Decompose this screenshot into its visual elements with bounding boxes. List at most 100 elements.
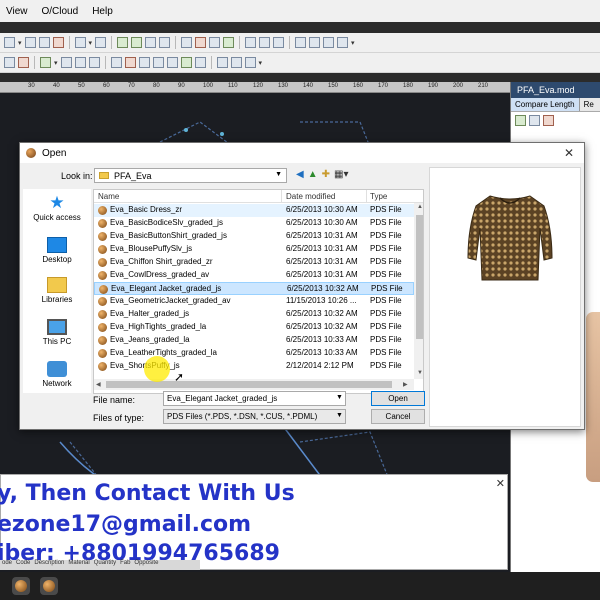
file-row[interactable]: Eva_GeometricJacket_graded_av 11/15/2013 … bbox=[94, 295, 414, 308]
tab-secondary[interactable]: Re bbox=[580, 98, 598, 111]
select-icon[interactable] bbox=[529, 115, 540, 126]
chevron-down-icon[interactable]: ▼ bbox=[336, 394, 343, 401]
export-icon[interactable] bbox=[244, 57, 256, 68]
chevron-down-icon[interactable]: ▼ bbox=[336, 412, 343, 419]
taskbar-app-icon[interactable] bbox=[12, 577, 30, 595]
scroll-right-icon[interactable]: ▶ bbox=[403, 381, 408, 388]
circle-icon[interactable] bbox=[110, 57, 122, 68]
copy-icon[interactable] bbox=[24, 37, 36, 48]
blend-icon[interactable] bbox=[152, 57, 164, 68]
file-row[interactable]: Eva_BasicButtonShirt_graded_js 6/25/2013 … bbox=[94, 230, 414, 243]
scroll-up-icon[interactable]: ▲ bbox=[417, 204, 423, 210]
menu-ocloud[interactable]: O/Cloud bbox=[42, 6, 79, 17]
help-icon[interactable] bbox=[95, 37, 107, 48]
tool-icon[interactable] bbox=[4, 37, 15, 48]
dropdown-arrow-icon[interactable]: ▾ bbox=[89, 39, 93, 47]
pattern-icon[interactable] bbox=[52, 37, 64, 48]
column-divider[interactable] bbox=[366, 190, 367, 203]
column-date-modified[interactable]: Date modified bbox=[286, 192, 335, 201]
file-row[interactable]: Eva_ShortsPuffy_js2/12/2014 2:12 PMPDS F… bbox=[94, 360, 414, 373]
join-icon[interactable] bbox=[88, 57, 100, 68]
file-row[interactable]: Eva_Chiffon Shirt_graded_zr 6/25/2013 10:… bbox=[94, 256, 414, 269]
dropdown-arrow-icon[interactable]: ▾ bbox=[54, 59, 58, 67]
refresh-icon[interactable] bbox=[515, 115, 526, 126]
fill-icon[interactable] bbox=[194, 57, 206, 68]
column-type[interactable]: Type bbox=[370, 192, 387, 201]
rotate-icon[interactable] bbox=[181, 37, 193, 48]
paste-icon[interactable] bbox=[38, 37, 50, 48]
fold-icon[interactable] bbox=[209, 37, 221, 48]
open-button[interactable]: Open bbox=[371, 391, 425, 406]
vertical-scrollbar[interactable]: ▲ ▼ bbox=[414, 203, 423, 379]
file-row[interactable]: Eva_HighTights_graded_la 6/25/2013 10:32 … bbox=[94, 321, 414, 334]
line-tool-icon[interactable] bbox=[131, 37, 143, 48]
horizontal-scrollbar[interactable]: ◀ ▶ bbox=[94, 379, 414, 390]
tab-compare-length[interactable]: Compare Length bbox=[511, 98, 580, 111]
column-name[interactable]: Name bbox=[98, 192, 119, 201]
place-desktop[interactable]: Desktop bbox=[23, 237, 91, 264]
file-icon[interactable] bbox=[4, 57, 15, 68]
delete-icon[interactable] bbox=[543, 115, 554, 126]
file-row[interactable]: Eva_CowlDress_graded_av 6/25/2013 10:31 A… bbox=[94, 269, 414, 282]
bottom-tab[interactable]: Fab bbox=[120, 560, 130, 570]
mirror-icon[interactable] bbox=[195, 37, 207, 48]
split-icon[interactable] bbox=[74, 57, 86, 68]
dropdown-arrow-icon[interactable]: ▾ bbox=[351, 39, 355, 47]
scroll-thumb[interactable] bbox=[416, 215, 423, 339]
file-row[interactable]: Eva_Jeans_graded_la 6/25/2013 10:33 AM PDS… bbox=[94, 334, 414, 347]
grid-icon[interactable] bbox=[74, 37, 86, 48]
align-icon[interactable] bbox=[145, 37, 157, 48]
label-icon[interactable] bbox=[337, 37, 349, 48]
file-type-select[interactable]: PDS Files (*.PDS, *.DSN, *.CUS, *.PDML) bbox=[163, 409, 346, 424]
close-icon[interactable]: ✕ bbox=[496, 477, 505, 490]
file-row[interactable]: Eva_Basic Dress_zr 6/25/2013 10:30 AM PDS … bbox=[94, 204, 414, 217]
table-icon[interactable] bbox=[309, 37, 321, 48]
menu-help[interactable]: Help bbox=[92, 6, 113, 17]
back-icon[interactable]: ◀ bbox=[296, 169, 304, 180]
menu-view[interactable]: View bbox=[6, 6, 28, 17]
dart-icon[interactable] bbox=[259, 37, 271, 48]
file-name-input[interactable] bbox=[163, 391, 346, 406]
place-this-pc[interactable]: This PC bbox=[23, 319, 91, 346]
bottom-tab[interactable]: Opposite bbox=[134, 560, 158, 570]
bottom-tab[interactable]: Code bbox=[16, 560, 30, 570]
notch-icon[interactable] bbox=[159, 37, 171, 48]
measure-icon[interactable] bbox=[117, 37, 129, 48]
walk-icon[interactable] bbox=[124, 57, 136, 68]
file-row[interactable]: Eva_LeatherTights_graded_la 6/25/2013 10:… bbox=[94, 347, 414, 360]
print-icon[interactable] bbox=[230, 57, 242, 68]
bottom-tab[interactable]: Description bbox=[34, 560, 64, 570]
grade-icon[interactable] bbox=[223, 37, 235, 48]
curve-icon[interactable] bbox=[60, 57, 72, 68]
layer-icon[interactable] bbox=[323, 37, 335, 48]
point-icon[interactable] bbox=[18, 57, 29, 68]
place-libraries[interactable]: Libraries bbox=[23, 277, 91, 304]
dropdown-arrow-icon[interactable]: ▾ bbox=[259, 59, 263, 67]
scroll-thumb[interactable] bbox=[106, 381, 392, 388]
scroll-left-icon[interactable]: ◀ bbox=[96, 381, 101, 388]
close-icon[interactable]: ✕ bbox=[564, 146, 574, 160]
file-row[interactable]: Eva_BasicBodiceSlv_graded_js 6/25/2013 10… bbox=[94, 217, 414, 230]
symmetry-icon[interactable] bbox=[166, 57, 178, 68]
taskbar-app-icon[interactable] bbox=[40, 577, 58, 595]
marker-icon[interactable] bbox=[180, 57, 192, 68]
view-menu-icon[interactable]: ▦▾ bbox=[334, 169, 348, 180]
add-point-icon[interactable] bbox=[40, 57, 51, 68]
bottom-tab[interactable]: Quantity bbox=[94, 560, 116, 570]
text-icon[interactable] bbox=[295, 37, 307, 48]
up-folder-icon[interactable]: ▲ bbox=[308, 169, 318, 180]
dropdown-arrow-icon[interactable]: ▾ bbox=[18, 39, 22, 47]
file-row[interactable]: Eva_Halter_graded_js 6/25/2013 10:32 AM PD… bbox=[94, 308, 414, 321]
seam-icon[interactable] bbox=[245, 37, 257, 48]
place-quick-access[interactable]: ★ Quick access bbox=[23, 194, 91, 222]
bottom-tab[interactable]: ode bbox=[2, 560, 12, 570]
column-divider[interactable] bbox=[281, 190, 282, 203]
file-row[interactable]: Eva_Elegant Jacket_graded_js 6/25/2013 10… bbox=[94, 282, 414, 295]
file-row[interactable]: Eva_BlousePuffySlv_js 6/25/2013 10:31 AM P… bbox=[94, 243, 414, 256]
cancel-button[interactable]: Cancel bbox=[371, 409, 425, 424]
pleat-icon[interactable] bbox=[273, 37, 285, 48]
chevron-down-icon[interactable]: ▼ bbox=[275, 171, 282, 178]
bottom-tab[interactable]: Material bbox=[68, 560, 89, 570]
look-in-select[interactable]: PFA_Eva ▼ bbox=[94, 168, 287, 183]
trace-icon[interactable] bbox=[138, 57, 150, 68]
